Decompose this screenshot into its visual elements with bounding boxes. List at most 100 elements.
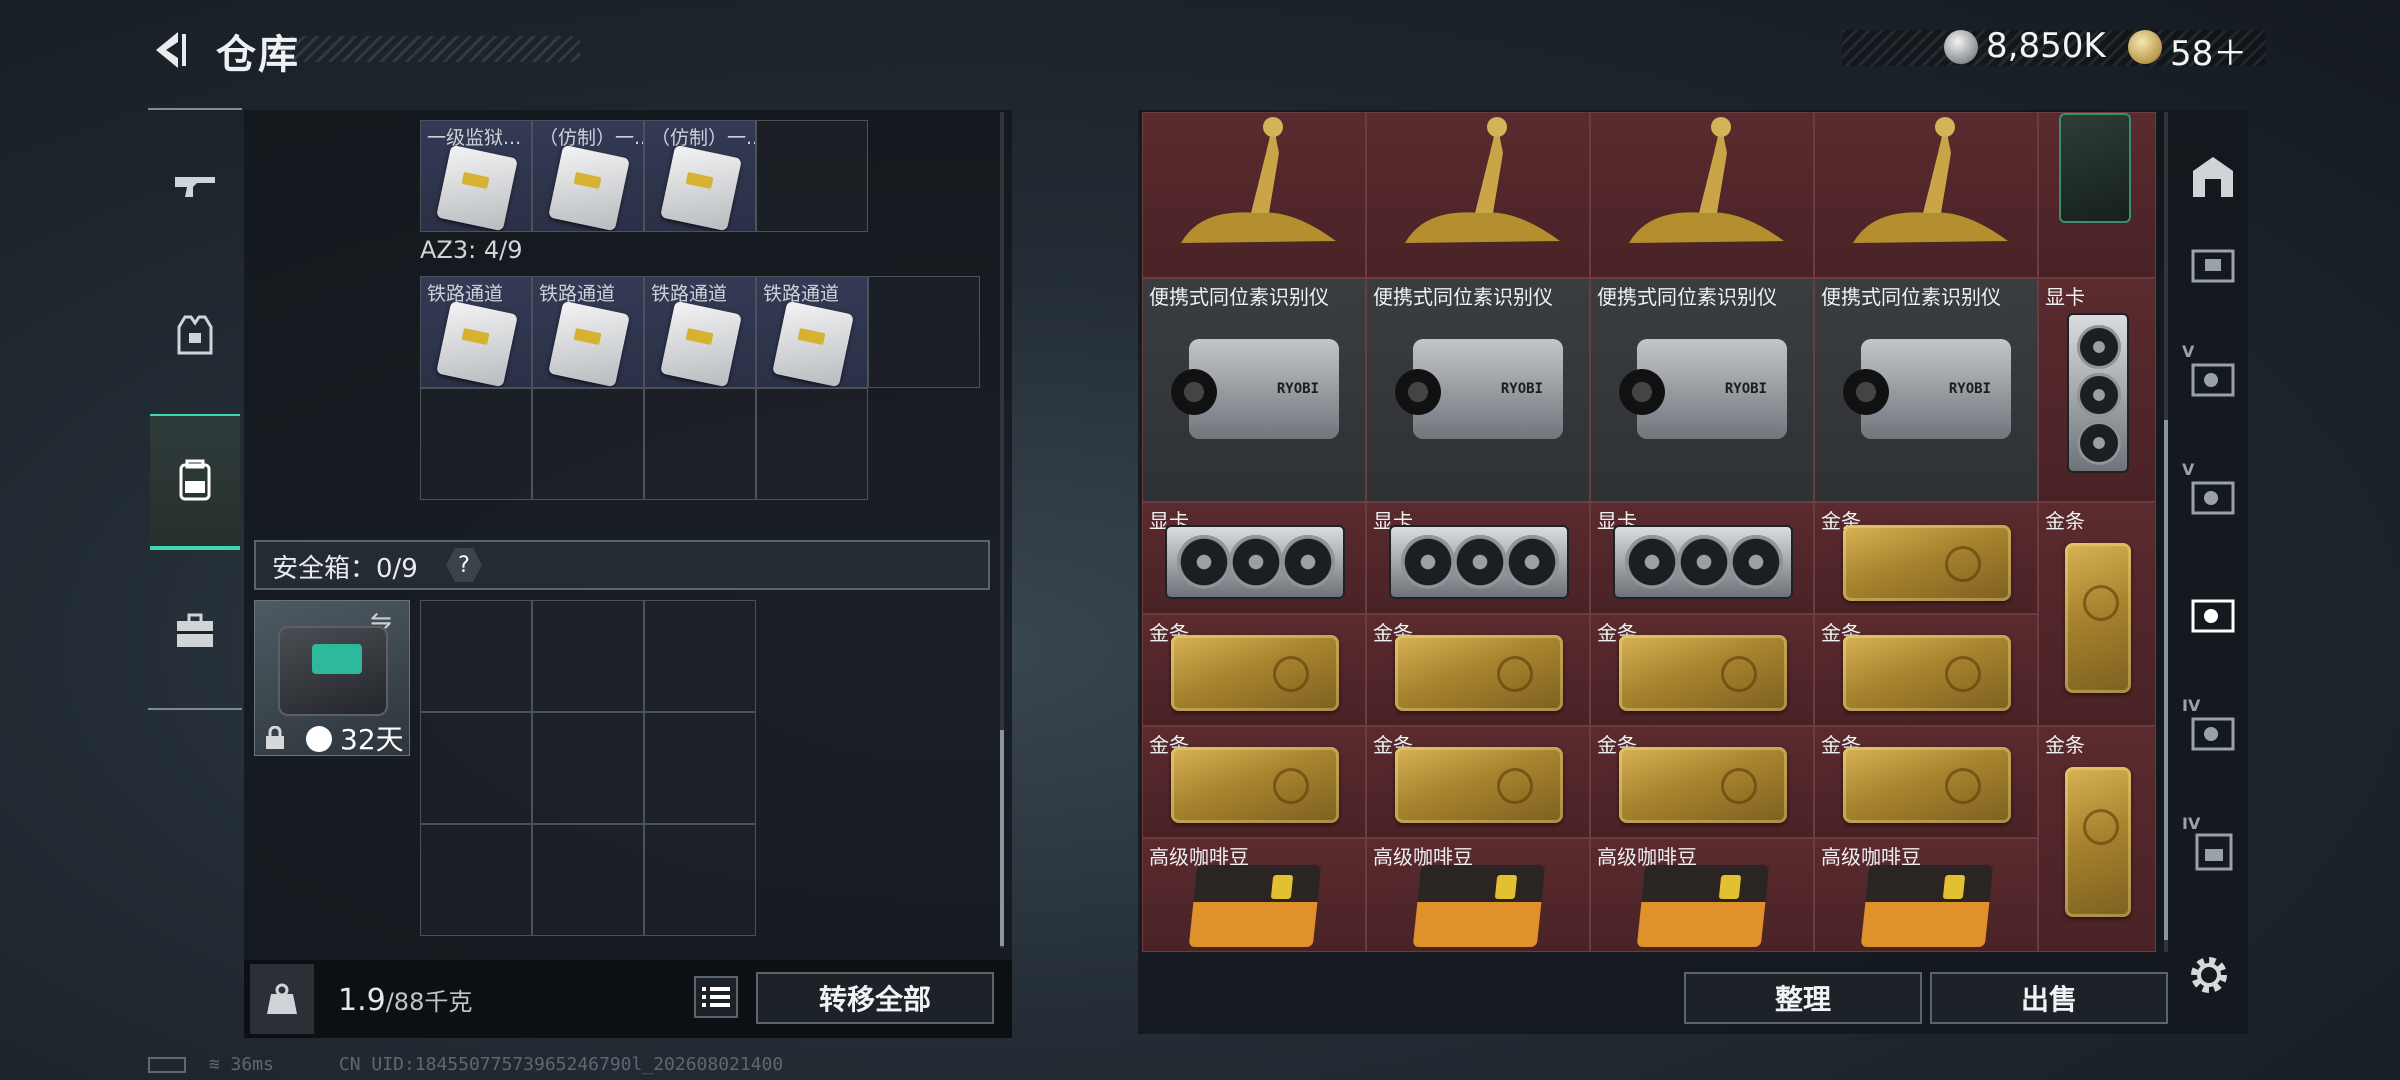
safe-case-handle: [312, 644, 362, 674]
item-cell-golden-deer[interactable]: [1366, 112, 1590, 278]
gold-bar-icon: [1843, 747, 2011, 823]
warehouse-page-7[interactable]: IV: [2182, 814, 2244, 882]
empty-cell[interactable]: [644, 712, 756, 824]
item-cell-coffee[interactable]: 高级咖啡豆: [1142, 838, 1366, 952]
empty-cell[interactable]: [756, 388, 868, 500]
empty-cell[interactable]: [532, 824, 644, 936]
item-cell-gold-bar[interactable]: 金条: [1814, 502, 2038, 614]
wifi-icon: ≋: [208, 1054, 220, 1075]
empty-cell[interactable]: [532, 712, 644, 824]
item-cell[interactable]: （仿制）一...: [644, 120, 756, 232]
tier-label: IV: [2182, 696, 2201, 715]
item-label: 显卡: [2045, 285, 2085, 309]
item-cell-gold-bar[interactable]: 金条: [2038, 726, 2156, 952]
warehouse-page-3[interactable]: V: [2182, 342, 2244, 410]
empty-cell[interactable]: [868, 276, 980, 388]
item-cell[interactable]: （仿制）一...: [532, 120, 644, 232]
swap-icon[interactable]: ⇋: [370, 606, 392, 636]
brand-label: RYOBI: [1276, 381, 1319, 397]
empty-cell[interactable]: [532, 600, 644, 712]
item-cell-gold-bar[interactable]: 金条: [1366, 726, 1590, 838]
empty-cell[interactable]: [644, 388, 756, 500]
item-label: 一级监狱...: [427, 127, 522, 149]
back-arrow-icon[interactable]: [148, 28, 192, 72]
coffee-bag-icon: [1860, 865, 1994, 947]
item-cell-isotope-scanner[interactable]: 便携式同位素识别仪 RYOBI: [1590, 278, 1814, 502]
gold-bar-icon: [1619, 747, 1787, 823]
item-cell-gpu[interactable]: 显卡: [1590, 502, 1814, 614]
item-cell-gold-bar[interactable]: 金条: [1590, 614, 1814, 726]
sort-button[interactable]: 整理: [1684, 972, 1922, 1024]
settings-gear-icon[interactable]: [2186, 952, 2232, 998]
item-cell-golden-deer[interactable]: [1590, 112, 1814, 278]
nav-item-backpack[interactable]: [150, 414, 240, 550]
list-view-button[interactable]: [694, 976, 738, 1018]
nav-item-equipment[interactable]: [150, 290, 240, 380]
item-cell-golden-deer[interactable]: [1814, 112, 2038, 278]
silver-coin-icon: [1944, 30, 1978, 64]
empty-cell[interactable]: [644, 824, 756, 936]
storage-box-icon: [2191, 599, 2235, 633]
right-scrollbar-thumb[interactable]: [2164, 420, 2168, 940]
keycard-icon: [660, 300, 742, 387]
status-bar: ≋ 36ms CN UID:18455077573965246790l_2026…: [148, 1054, 783, 1075]
item-cell-gold-bar[interactable]: 金条: [1814, 614, 2038, 726]
gold-currency-value[interactable]: 58＋: [2170, 26, 2247, 75]
item-cell-case[interactable]: [2038, 112, 2156, 278]
weight-kg-icon: [250, 964, 314, 1034]
item-cell-gold-bar[interactable]: 金条: [2038, 502, 2156, 726]
item-label: （仿制）一...: [539, 127, 644, 149]
item-cell-gold-bar[interactable]: 金条: [1366, 614, 1590, 726]
item-cell[interactable]: 一级监狱...: [420, 120, 532, 232]
left-scrollbar-thumb[interactable]: [1000, 730, 1004, 946]
empty-cell[interactable]: [420, 600, 532, 712]
item-cell[interactable]: 铁路通道: [420, 276, 532, 388]
item-cell-gold-bar[interactable]: 金条: [1590, 726, 1814, 838]
coffee-bag-icon: [1412, 865, 1546, 947]
tier-label: V: [2182, 460, 2195, 479]
item-cell[interactable]: 铁路通道: [756, 276, 868, 388]
item-cell-isotope-scanner[interactable]: 便携式同位素识别仪 RYOBI: [1814, 278, 2038, 502]
item-cell-golden-deer[interactable]: [1142, 112, 1366, 278]
sell-button[interactable]: 出售: [1930, 972, 2168, 1024]
item-cell[interactable]: 铁路通道: [644, 276, 756, 388]
item-cell[interactable]: 铁路通道: [532, 276, 644, 388]
item-cell-gold-bar[interactable]: 金条: [1814, 726, 2038, 838]
warehouse-page-4[interactable]: V: [2182, 460, 2244, 528]
item-cell-gpu[interactable]: 显卡: [1366, 502, 1590, 614]
item-cell-coffee[interactable]: 高级咖啡豆: [1814, 838, 2038, 952]
empty-cell[interactable]: [532, 388, 644, 500]
safe-days-remaining: 32天: [340, 723, 404, 756]
weight-max: /88千克: [385, 988, 473, 1016]
item-cell-gold-bar[interactable]: 金条: [1142, 726, 1366, 838]
warehouse-page-1[interactable]: [2182, 146, 2244, 208]
item-cell-coffee[interactable]: 高级咖啡豆: [1366, 838, 1590, 952]
item-label: 铁路通道: [427, 283, 504, 305]
empty-cell[interactable]: [756, 120, 868, 232]
item-cell-gpu[interactable]: 显卡: [1142, 502, 1366, 614]
empty-cell[interactable]: [420, 824, 532, 936]
warehouse-page-6[interactable]: IV: [2182, 696, 2244, 764]
tier-label: V: [2182, 342, 2195, 361]
item-cell-gpu[interactable]: 显卡: [2038, 278, 2156, 502]
empty-cell[interactable]: [420, 712, 532, 824]
item-cell-isotope-scanner[interactable]: 便携式同位素识别仪 RYOBI: [1142, 278, 1366, 502]
golden-deer-icon: [1405, 117, 1560, 243]
gpu-icon: [1389, 525, 1569, 599]
item-label: （仿制）一...: [651, 127, 756, 149]
item-cell-coffee[interactable]: 高级咖啡豆: [1590, 838, 1814, 952]
warehouse-page-5-active[interactable]: [2182, 584, 2244, 646]
gold-bar-icon: [2065, 767, 2131, 917]
item-cell-isotope-scanner[interactable]: 便携式同位素识别仪 RYOBI: [1366, 278, 1590, 502]
brand-label: RYOBI: [1948, 381, 1991, 397]
backpack-icon: [179, 459, 211, 501]
transfer-all-button[interactable]: 转移全部: [756, 972, 994, 1024]
nav-item-weapons[interactable]: [150, 142, 240, 232]
keycard-icon: [548, 300, 630, 387]
empty-cell[interactable]: [420, 388, 532, 500]
silver-currency-value[interactable]: 8,850K: [1986, 26, 2106, 66]
warehouse-page-2[interactable]: [2182, 232, 2244, 294]
nav-item-case[interactable]: [150, 586, 240, 676]
item-cell-gold-bar[interactable]: 金条: [1142, 614, 1366, 726]
empty-cell[interactable]: [644, 600, 756, 712]
